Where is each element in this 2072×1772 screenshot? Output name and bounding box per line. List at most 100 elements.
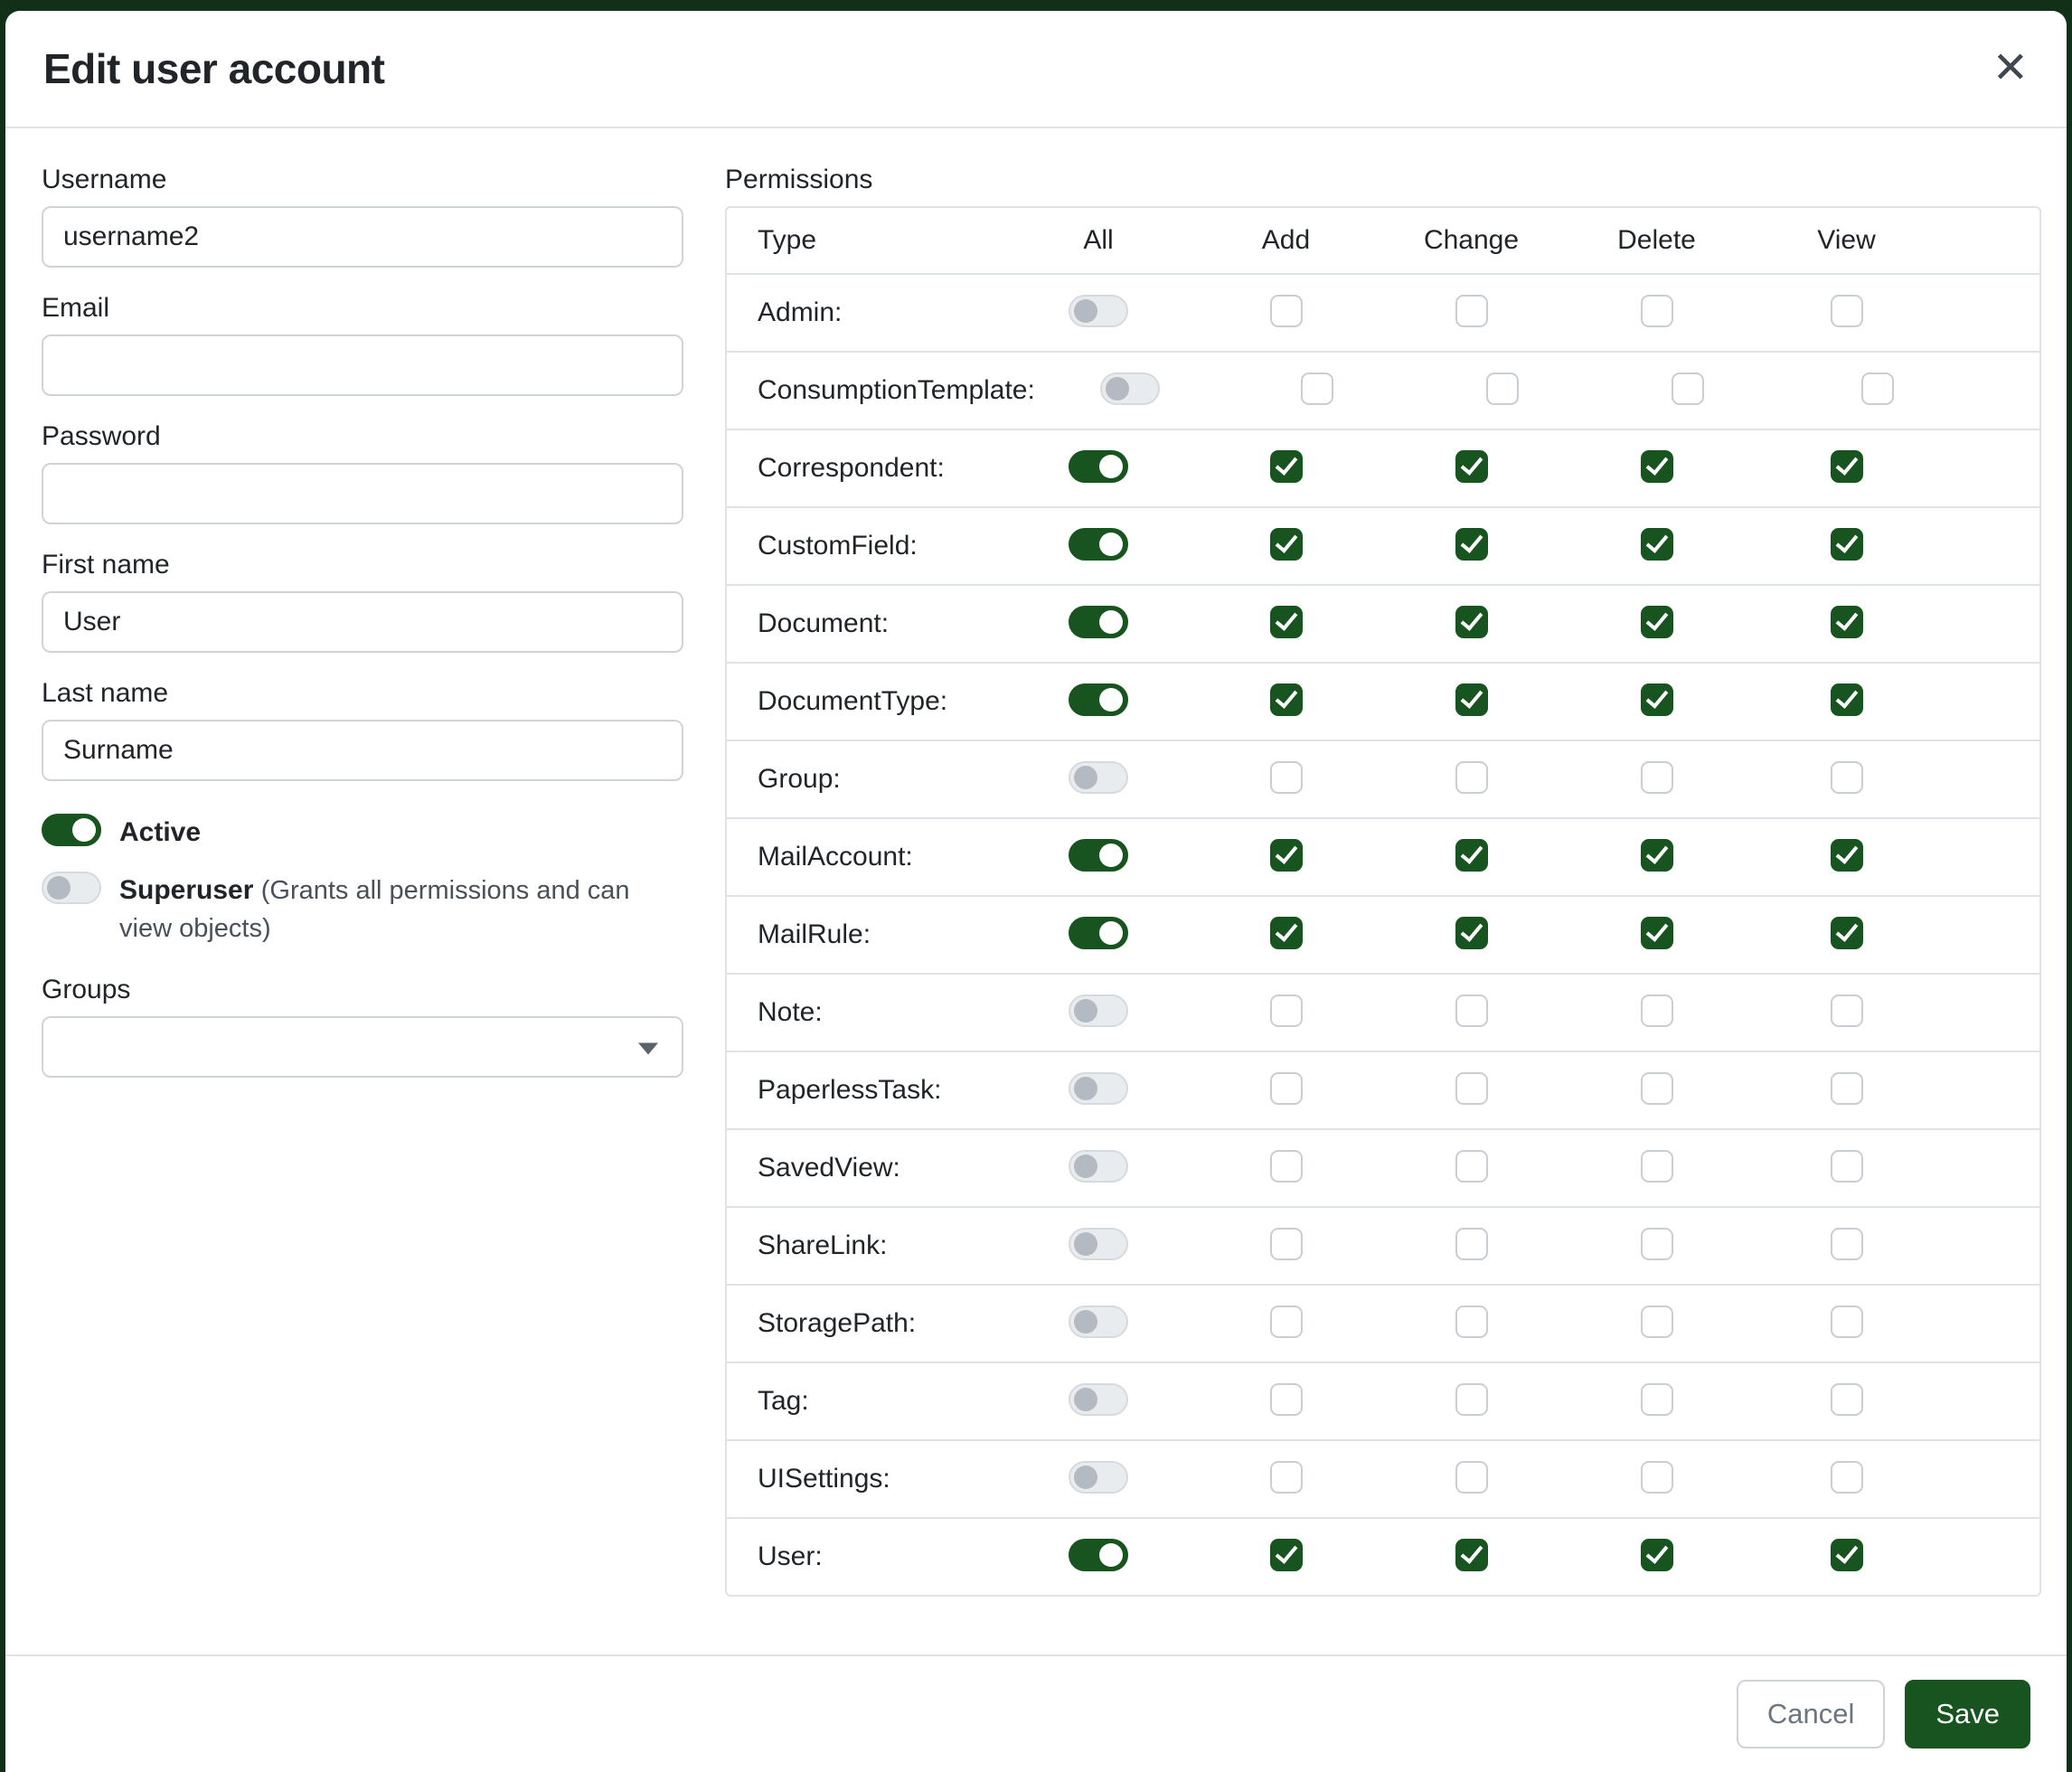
add-checkbox[interactable] [1270, 1072, 1303, 1105]
all-toggle[interactable] [1069, 917, 1128, 949]
all-toggle[interactable] [1069, 295, 1128, 327]
change-checkbox[interactable] [1455, 994, 1488, 1027]
view-checkbox[interactable] [1831, 606, 1863, 638]
all-toggle[interactable] [1069, 683, 1128, 716]
add-checkbox[interactable] [1301, 372, 1333, 405]
last-name-input[interactable] [42, 720, 683, 781]
delete-checkbox[interactable] [1641, 1150, 1673, 1183]
active-toggle[interactable] [42, 814, 101, 846]
all-toggle[interactable] [1069, 1150, 1128, 1183]
delete-checkbox[interactable] [1672, 372, 1704, 405]
change-checkbox[interactable] [1455, 1383, 1488, 1416]
add-checkbox[interactable] [1270, 994, 1303, 1027]
view-checkbox[interactable] [1831, 1228, 1863, 1260]
all-toggle[interactable] [1069, 839, 1128, 872]
change-checkbox[interactable] [1455, 528, 1488, 561]
delete-checkbox[interactable] [1641, 994, 1673, 1027]
add-checkbox[interactable] [1270, 1383, 1303, 1416]
all-toggle[interactable] [1069, 1305, 1128, 1338]
view-checkbox[interactable] [1831, 994, 1863, 1027]
save-button[interactable]: Save [1905, 1680, 2030, 1748]
view-checkbox[interactable] [1861, 372, 1894, 405]
close-icon[interactable]: ✕ [1992, 47, 2029, 90]
all-toggle[interactable] [1069, 1461, 1128, 1494]
all-toggle[interactable] [1069, 528, 1128, 561]
permission-row: Note: [727, 973, 2039, 1051]
view-checkbox[interactable] [1831, 1539, 1863, 1571]
all-toggle[interactable] [1069, 1072, 1128, 1105]
change-checkbox[interactable] [1455, 1461, 1488, 1494]
change-checkbox[interactable] [1486, 372, 1519, 405]
delete-checkbox[interactable] [1641, 1539, 1673, 1571]
delete-checkbox[interactable] [1641, 683, 1673, 716]
add-checkbox[interactable] [1270, 1305, 1303, 1338]
delete-checkbox[interactable] [1641, 528, 1673, 561]
delete-checkbox[interactable] [1641, 450, 1673, 483]
username-input[interactable] [42, 206, 683, 268]
delete-checkbox[interactable] [1641, 1461, 1673, 1494]
change-checkbox[interactable] [1455, 761, 1488, 794]
add-checkbox[interactable] [1270, 1461, 1303, 1494]
add-checkbox[interactable] [1270, 839, 1303, 872]
add-checkbox[interactable] [1270, 528, 1303, 561]
change-checkbox[interactable] [1455, 1228, 1488, 1260]
all-toggle[interactable] [1100, 372, 1160, 405]
delete-checkbox[interactable] [1641, 1228, 1673, 1260]
groups-select[interactable] [42, 1016, 683, 1078]
view-checkbox[interactable] [1831, 1383, 1863, 1416]
all-toggle[interactable] [1069, 606, 1128, 638]
view-checkbox[interactable] [1831, 1072, 1863, 1105]
all-toggle[interactable] [1069, 994, 1128, 1027]
add-checkbox[interactable] [1270, 606, 1303, 638]
all-toggle[interactable] [1069, 1383, 1128, 1416]
add-checkbox[interactable] [1270, 450, 1303, 483]
change-checkbox[interactable] [1455, 450, 1488, 483]
delete-checkbox[interactable] [1641, 606, 1673, 638]
delete-checkbox[interactable] [1641, 1305, 1673, 1338]
all-toggle[interactable] [1069, 761, 1128, 794]
delete-checkbox[interactable] [1641, 1072, 1673, 1105]
change-checkbox[interactable] [1455, 1150, 1488, 1183]
delete-checkbox[interactable] [1641, 295, 1673, 327]
delete-checkbox[interactable] [1641, 839, 1673, 872]
all-toggle[interactable] [1069, 450, 1128, 483]
permission-type-label: SavedView: [727, 1153, 1003, 1183]
all-toggle[interactable] [1069, 1228, 1128, 1260]
cancel-button[interactable]: Cancel [1737, 1680, 1886, 1748]
change-checkbox[interactable] [1455, 295, 1488, 327]
email-input[interactable] [42, 335, 683, 396]
delete-checkbox[interactable] [1641, 1383, 1673, 1416]
view-checkbox[interactable] [1831, 761, 1863, 794]
delete-checkbox[interactable] [1641, 761, 1673, 794]
change-checkbox[interactable] [1455, 1539, 1488, 1571]
delete-checkbox[interactable] [1641, 917, 1673, 949]
password-input[interactable] [42, 463, 683, 524]
add-checkbox[interactable] [1270, 295, 1303, 327]
add-checkbox[interactable] [1270, 1539, 1303, 1571]
view-checkbox[interactable] [1831, 528, 1863, 561]
view-checkbox[interactable] [1831, 1305, 1863, 1338]
change-checkbox[interactable] [1455, 1072, 1488, 1105]
change-checkbox[interactable] [1455, 1305, 1488, 1338]
permission-row: CustomField: [727, 506, 2039, 584]
superuser-toggle[interactable] [42, 872, 101, 904]
change-checkbox[interactable] [1455, 917, 1488, 949]
change-checkbox[interactable] [1455, 683, 1488, 716]
add-checkbox[interactable] [1270, 917, 1303, 949]
view-checkbox[interactable] [1831, 295, 1863, 327]
view-checkbox[interactable] [1831, 839, 1863, 872]
view-checkbox[interactable] [1831, 917, 1863, 949]
add-checkbox[interactable] [1270, 683, 1303, 716]
view-checkbox[interactable] [1831, 683, 1863, 716]
modal-footer: Cancel Save [5, 1654, 2067, 1772]
first-name-input[interactable] [42, 591, 683, 653]
change-checkbox[interactable] [1455, 606, 1488, 638]
view-checkbox[interactable] [1831, 450, 1863, 483]
change-checkbox[interactable] [1455, 839, 1488, 872]
add-checkbox[interactable] [1270, 761, 1303, 794]
add-checkbox[interactable] [1270, 1228, 1303, 1260]
add-checkbox[interactable] [1270, 1150, 1303, 1183]
view-checkbox[interactable] [1831, 1150, 1863, 1183]
view-checkbox[interactable] [1831, 1461, 1863, 1494]
all-toggle[interactable] [1069, 1539, 1128, 1571]
